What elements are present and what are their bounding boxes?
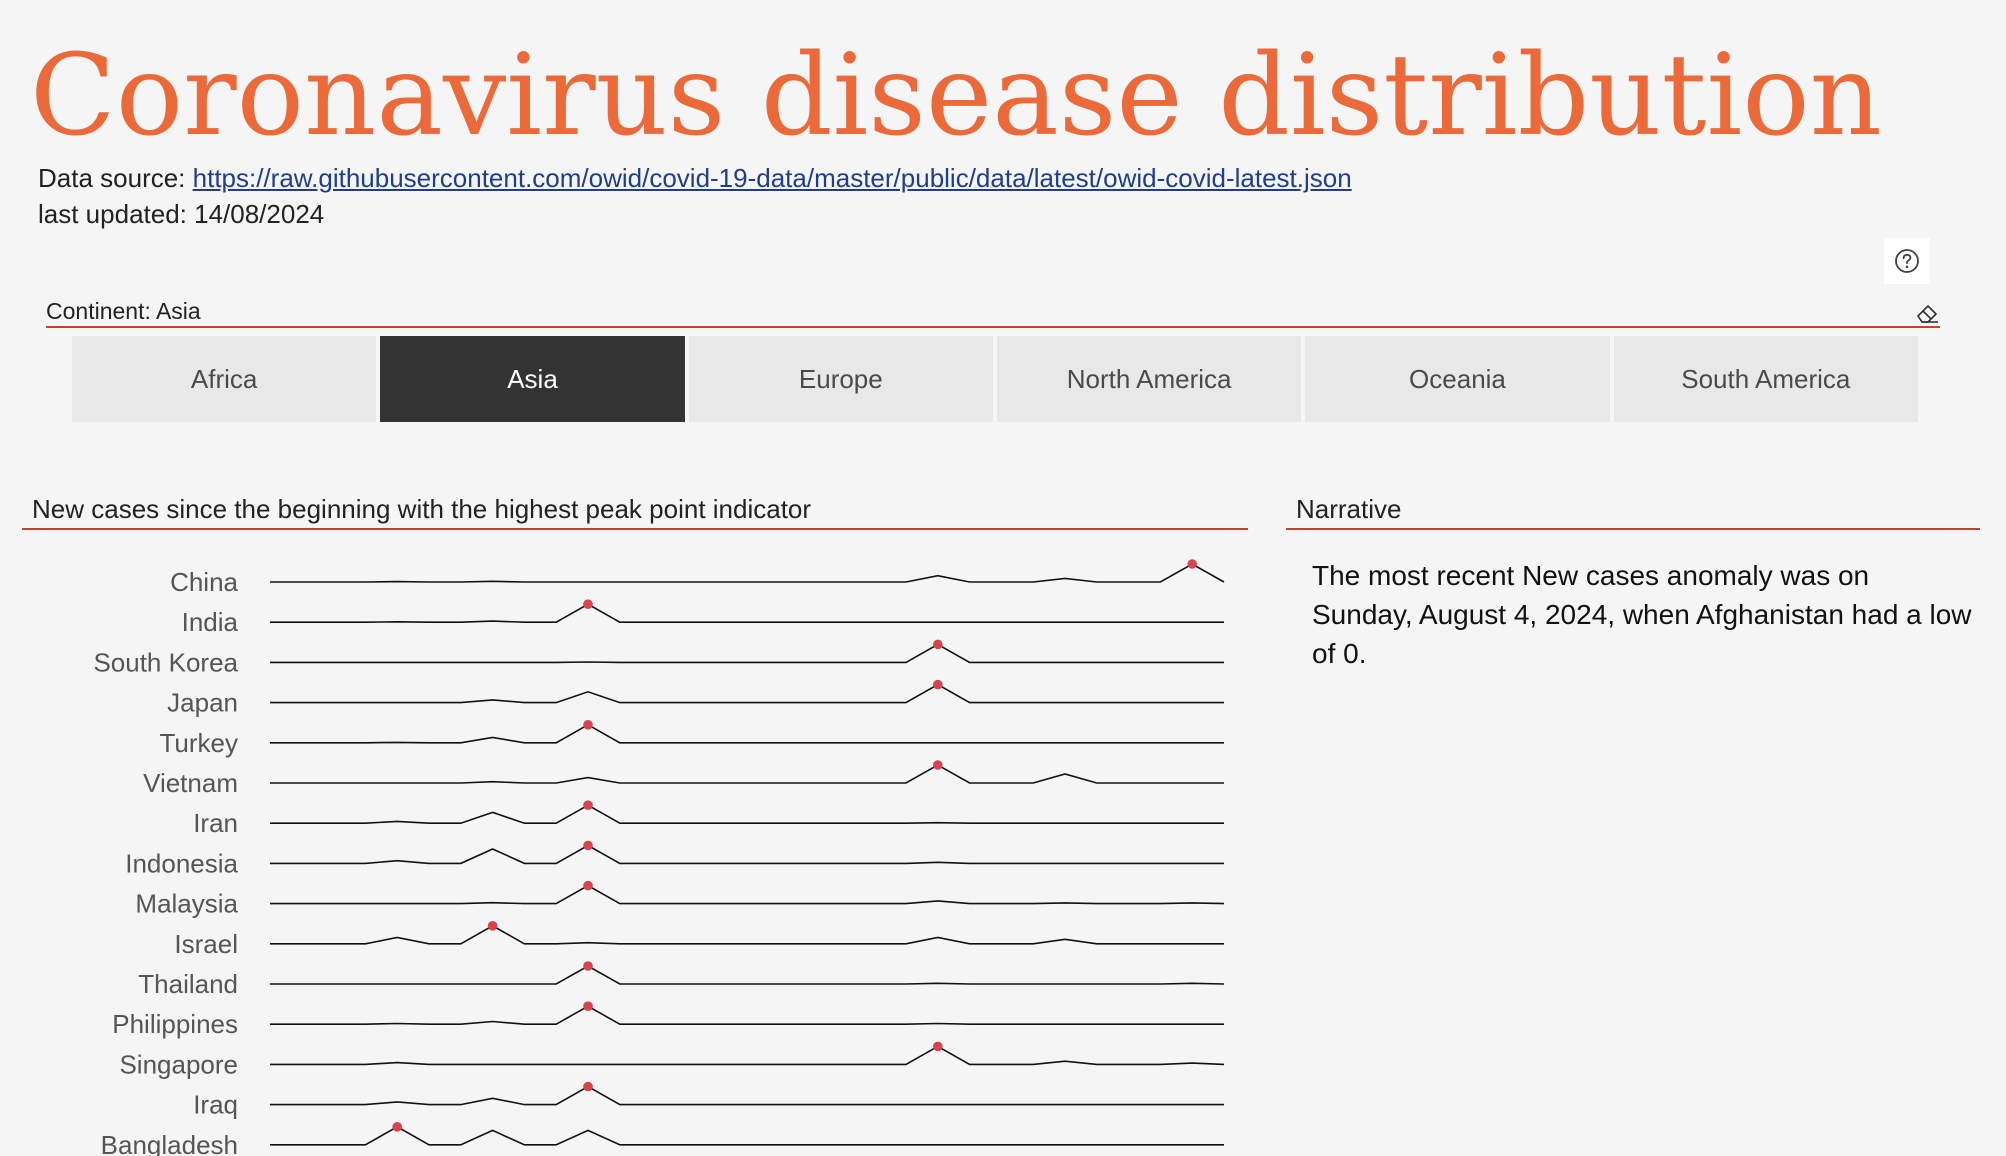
country-label-india: India: [182, 607, 239, 637]
peak-marker-malaysia[interactable]: [583, 880, 593, 891]
continent-tile-asia[interactable]: Asia: [380, 336, 685, 422]
country-label-bangladesh: Bangladesh: [101, 1130, 238, 1156]
data-source-line: Data source: https://raw.githubuserconte…: [38, 160, 1352, 196]
eraser-icon[interactable]: [1914, 300, 1940, 326]
sparkline-row-china: China: [170, 559, 1225, 597]
last-updated-text: last updated: 14/08/2024: [38, 199, 325, 229]
peak-marker-iran[interactable]: [583, 800, 593, 810]
sparkline-bangladesh: [270, 1125, 1224, 1146]
chart-section-title: New cases since the beginning with the h…: [32, 494, 812, 524]
sparkline-china: [270, 563, 1225, 583]
sparkline-row-bangladesh: Bangladesh: [101, 1122, 1224, 1156]
sparkline-row-singapore: Singapore: [119, 1041, 1225, 1079]
sparkline-turkey: [270, 723, 1224, 744]
sparkline-philippines: [270, 1005, 1224, 1026]
country-label-indonesia: Indonesia: [125, 848, 238, 878]
country-label-singapore: Singapore: [119, 1049, 238, 1079]
continent-tile-north-america[interactable]: North America: [996, 336, 1302, 422]
sparkline-india: [270, 603, 1224, 623]
country-label-china: China: [170, 567, 238, 597]
country-label-philippines: Philippines: [112, 1009, 238, 1039]
question-circle-icon: [1895, 249, 1919, 273]
narrative-header: Narrative: [1286, 492, 1980, 530]
sparkline-iran: [270, 804, 1224, 825]
data-source-label: Data source:: [38, 163, 193, 193]
country-label-iraq: Iraq: [193, 1090, 238, 1120]
sparkline-row-vietnam: Vietnam: [143, 760, 1224, 798]
sparkline-malaysia: [270, 884, 1225, 905]
continent-slicer: Africa Asia Europe North America Oceania…: [72, 336, 1918, 422]
continent-tile-europe[interactable]: Europe: [688, 336, 993, 422]
country-label-turkey: Turkey: [160, 728, 239, 758]
peak-marker-indonesia[interactable]: [583, 840, 593, 851]
country-label-malaysia: Malaysia: [135, 889, 238, 919]
chart-section-header: New cases since the beginning with the h…: [22, 492, 1248, 530]
sparkline-israel: [270, 924, 1224, 945]
sparkline-row-indonesia: Indonesia: [125, 840, 1224, 878]
sparkline-row-philippines: Philippines: [112, 1001, 1224, 1039]
sparkline-row-india: India: [182, 599, 1224, 637]
continent-tile-africa[interactable]: Africa: [72, 336, 377, 422]
sparkline-row-japan: Japan: [167, 679, 1224, 718]
country-label-south-korea: South Korea: [93, 647, 238, 677]
sparkline-row-malaysia: Malaysia: [135, 880, 1225, 919]
peak-marker-south-korea[interactable]: [933, 639, 943, 650]
peak-marker-israel[interactable]: [487, 921, 498, 931]
sparkline-row-thailand: Thailand: [138, 961, 1225, 999]
peak-marker-thailand[interactable]: [583, 961, 593, 971]
peak-marker-china[interactable]: [1187, 559, 1197, 569]
sparkline-singapore: [270, 1045, 1225, 1066]
help-button[interactable]: [1884, 238, 1930, 284]
country-label-vietnam: Vietnam: [143, 768, 238, 798]
peak-marker-india[interactable]: [583, 599, 593, 609]
sparkline-japan: [270, 683, 1224, 704]
sparkline-row-south-korea: South Korea: [93, 639, 1224, 677]
narrative-title: Narrative: [1296, 494, 1402, 524]
sparkline-vietnam: [270, 764, 1224, 784]
country-label-israel: Israel: [174, 929, 238, 959]
continent-slicer-header: Continent: Asia: [46, 296, 1940, 328]
data-source-link[interactable]: https://raw.githubusercontent.com/owid/c…: [193, 163, 1352, 193]
sparkline-row-iraq: Iraq: [193, 1081, 1224, 1120]
peak-marker-turkey[interactable]: [583, 720, 593, 730]
sparkline-south-korea: [270, 643, 1224, 664]
country-label-japan: Japan: [167, 688, 238, 718]
peak-marker-bangladesh[interactable]: [392, 1122, 403, 1132]
page-title: Coronavirus disease distribution: [30, 31, 1882, 161]
sparkline-indonesia: [270, 844, 1224, 865]
peak-marker-vietnam[interactable]: [933, 760, 943, 770]
peak-marker-singapore[interactable]: [933, 1041, 943, 1052]
continent-slicer-label: Continent: Asia: [46, 298, 201, 324]
sparkline-row-israel: Israel: [174, 921, 1224, 959]
sparkline-iraq: [270, 1085, 1224, 1106]
peak-marker-iraq[interactable]: [583, 1081, 593, 1092]
sparkline-thailand: [270, 965, 1225, 985]
peak-marker-japan[interactable]: [933, 679, 943, 690]
country-label-thailand: Thailand: [138, 969, 238, 999]
country-label-iran: Iran: [193, 808, 238, 838]
peak-marker-philippines[interactable]: [583, 1001, 593, 1011]
sparkline-chart: China India South Korea Japan Turkey Vietnam I…: [93, 559, 1225, 1156]
sparkline-row-iran: Iran: [193, 800, 1224, 838]
continent-tile-south-america[interactable]: South America: [1613, 336, 1918, 422]
sparkline-row-turkey: Turkey: [160, 720, 1224, 758]
narrative-text: The most recent New cases anomaly was on…: [1312, 560, 1972, 669]
continent-tile-oceania[interactable]: Oceania: [1305, 336, 1610, 422]
